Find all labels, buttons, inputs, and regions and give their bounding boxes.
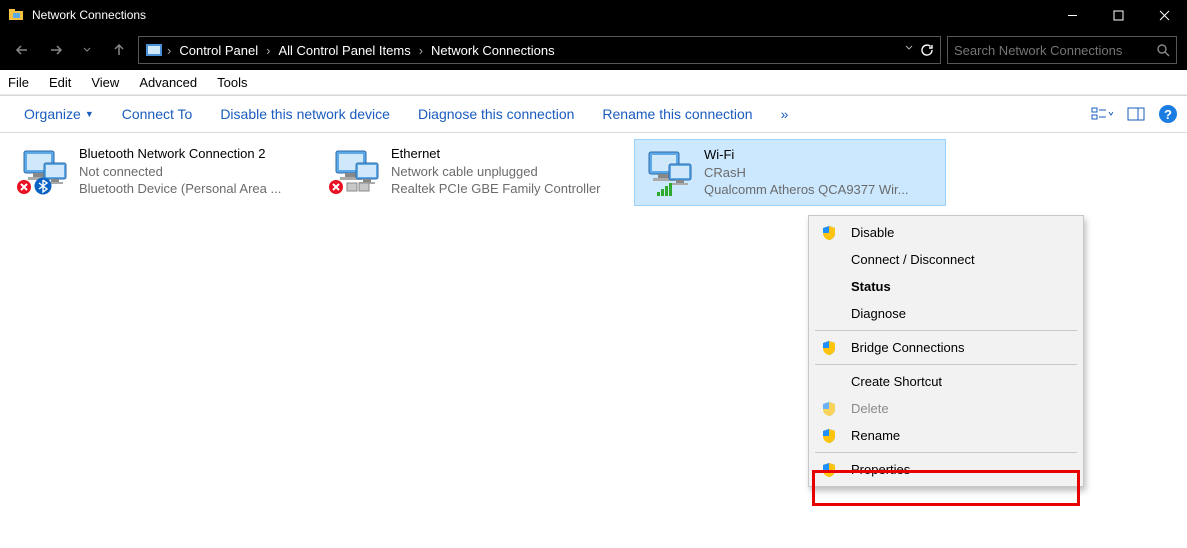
menu-tools[interactable]: Tools <box>217 75 247 90</box>
toolbar: Organize▼ Connect To Disable this networ… <box>0 95 1187 133</box>
connection-name: Bluetooth Network Connection 2 <box>79 145 281 163</box>
bluetooth-icon <box>34 177 52 195</box>
shield-icon <box>821 401 837 417</box>
dropdown-icon[interactable] <box>904 43 914 53</box>
connection-device: Qualcomm Atheros QCA9377 Wir... <box>704 181 908 199</box>
menu-edit[interactable]: Edit <box>49 75 71 90</box>
preview-pane-icon[interactable] <box>1127 107 1145 121</box>
chevron-right-icon: › <box>167 43 171 58</box>
minimize-button[interactable] <box>1049 0 1095 30</box>
ctx-status[interactable]: Status <box>809 273 1083 300</box>
separator <box>815 452 1077 453</box>
separator <box>815 330 1077 331</box>
connect-to-button[interactable]: Connect To <box>108 106 207 122</box>
menu-view[interactable]: View <box>91 75 119 90</box>
ctx-disable[interactable]: Disable <box>809 219 1083 246</box>
shield-icon <box>821 225 837 241</box>
rename-button[interactable]: Rename this connection <box>588 106 766 122</box>
search-input[interactable] <box>954 43 1156 58</box>
error-x-icon <box>16 179 32 195</box>
shield-icon <box>821 428 837 444</box>
menu-file[interactable]: File <box>8 75 29 90</box>
titlebar: Network Connections <box>0 0 1187 30</box>
connection-name: Wi-Fi <box>704 146 908 164</box>
connection-icon <box>16 145 71 195</box>
breadcrumb-leaf[interactable]: Network Connections <box>427 43 559 58</box>
connection-bluetooth[interactable]: Bluetooth Network Connection 2 Not conne… <box>10 139 322 206</box>
shield-icon <box>821 462 837 478</box>
navbar: › Control Panel › All Control Panel Item… <box>0 30 1187 70</box>
error-x-icon <box>328 179 344 195</box>
ctx-create-shortcut[interactable]: Create Shortcut <box>809 368 1083 395</box>
breadcrumb-root[interactable]: Control Panel <box>175 43 262 58</box>
view-options-icon[interactable] <box>1091 106 1113 122</box>
connection-icon <box>641 146 696 196</box>
ctx-diagnose[interactable]: Diagnose <box>809 300 1083 327</box>
organize-button[interactable]: Organize▼ <box>10 106 108 122</box>
recent-dropdown[interactable] <box>74 37 100 63</box>
connection-device: Realtek PCIe GBE Family Controller <box>391 180 601 198</box>
shield-icon <box>821 340 837 356</box>
separator <box>815 364 1077 365</box>
toolbar-overflow[interactable]: » <box>767 106 803 122</box>
refresh-icon[interactable] <box>920 43 934 57</box>
search-icon <box>1156 43 1170 57</box>
chevron-down-icon: ▼ <box>85 109 94 119</box>
disable-device-button[interactable]: Disable this network device <box>206 106 404 122</box>
chevron-right-icon: › <box>266 43 270 58</box>
connection-wifi[interactable]: Wi-Fi CRasH Qualcomm Atheros QCA9377 Wir… <box>634 139 946 206</box>
folder-icon <box>8 7 24 23</box>
ctx-connect-disconnect[interactable]: Connect / Disconnect <box>809 246 1083 273</box>
ctx-delete: Delete <box>809 395 1083 422</box>
forward-button[interactable] <box>42 37 68 63</box>
connection-name: Ethernet <box>391 145 601 163</box>
menu-advanced[interactable]: Advanced <box>139 75 197 90</box>
help-icon[interactable]: ? <box>1159 105 1177 123</box>
back-button[interactable] <box>10 37 36 63</box>
diagnose-button[interactable]: Diagnose this connection <box>404 106 588 122</box>
signal-bars-icon <box>657 182 675 196</box>
ctx-properties[interactable]: Properties <box>809 456 1083 483</box>
chevron-right-icon: › <box>419 43 423 58</box>
ethernet-plug-icon <box>346 181 370 193</box>
breadcrumb-mid[interactable]: All Control Panel Items <box>274 43 414 58</box>
context-menu: Disable Connect / Disconnect Status Diag… <box>808 215 1084 487</box>
ctx-bridge[interactable]: Bridge Connections <box>809 334 1083 361</box>
connection-status: Not connected <box>79 163 281 181</box>
up-button[interactable] <box>106 37 132 63</box>
connection-device: Bluetooth Device (Personal Area ... <box>79 180 281 198</box>
connection-ethernet[interactable]: Ethernet Network cable unplugged Realtek… <box>322 139 634 206</box>
maximize-button[interactable] <box>1095 0 1141 30</box>
connection-status: Network cable unplugged <box>391 163 601 181</box>
address-bar[interactable]: › Control Panel › All Control Panel Item… <box>138 36 941 64</box>
ctx-rename[interactable]: Rename <box>809 422 1083 449</box>
search-box[interactable] <box>947 36 1177 64</box>
connection-icon <box>328 145 383 195</box>
window-title: Network Connections <box>32 8 146 22</box>
connection-status: CRasH <box>704 164 908 182</box>
control-panel-icon <box>145 41 163 59</box>
close-button[interactable] <box>1141 0 1187 30</box>
menubar: File Edit View Advanced Tools <box>0 70 1187 95</box>
connections-list: Bluetooth Network Connection 2 Not conne… <box>0 133 1187 212</box>
